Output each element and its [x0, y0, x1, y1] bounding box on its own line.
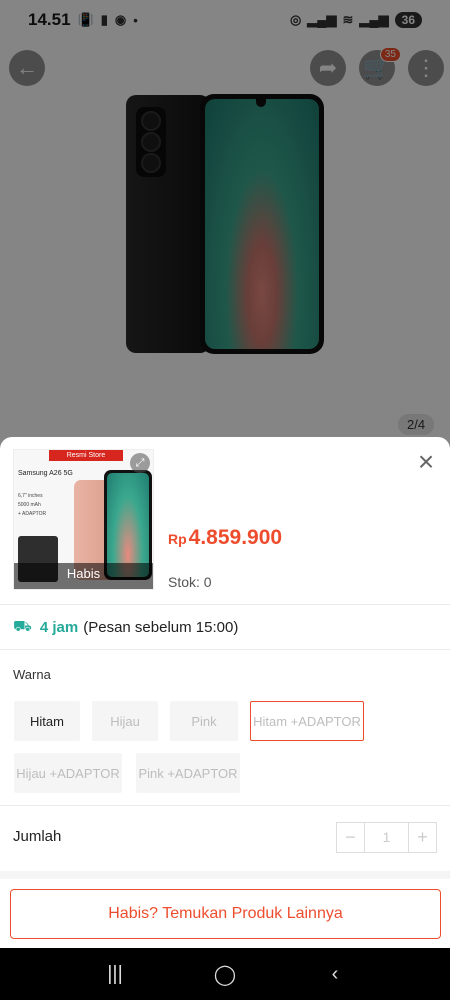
chevron-left-icon: ‹ [331, 962, 339, 985]
divider [0, 604, 450, 605]
price-value: 4.859.900 [188, 526, 283, 549]
stock-text: Stok: 0 [168, 574, 212, 590]
store-banner: Resmi Store [49, 450, 123, 461]
system-nav-bar: ||| ◯ ‹ [0, 948, 450, 1000]
home-button[interactable]: ◯ [205, 954, 245, 994]
variant-bottom-sheet: Resmi Store Samsung A26 5G 6,7" inches 5… [0, 437, 450, 948]
expand-icon[interactable]: ⤢ [130, 453, 150, 473]
price-currency: Rp [168, 531, 187, 547]
thumbnail-spec: 6,7" inches [18, 493, 43, 499]
delivery-note: (Pesan sebelum 15:00) [83, 619, 239, 636]
variant-option-hijau[interactable]: Hijau [92, 701, 158, 741]
delivery-time: 4 jam [39, 619, 79, 636]
variant-label: Warna [13, 667, 51, 682]
delivery-info: ⛟ 4 jam (Pesan sebelum 15:00) [13, 618, 238, 637]
thumbnail-spec: 5000 mAh [18, 502, 41, 508]
find-other-products-button[interactable]: Habis? Temukan Produk Lainnya [10, 889, 441, 939]
variant-option-hitam[interactable]: Hitam [14, 701, 80, 741]
recent-apps-button[interactable]: ||| [95, 954, 135, 994]
variant-option-pink[interactable]: Pink [170, 701, 238, 741]
home-icon: ◯ [213, 963, 237, 986]
delivery-truck-icon: ⛟ [13, 618, 32, 635]
variant-option-hijau-adaptor[interactable]: Hijau +ADAPTOR [14, 753, 122, 793]
thumbnail-title: Samsung A26 5G [18, 470, 73, 477]
recent-apps-icon: ||| [107, 962, 123, 985]
quantity-label: Jumlah [13, 828, 62, 845]
product-thumbnail[interactable]: Resmi Store Samsung A26 5G 6,7" inches 5… [13, 449, 154, 590]
sold-out-label: Habis [14, 563, 153, 589]
price: Rp 4.859.900 [168, 526, 282, 550]
quantity-decrease-button[interactable]: − [337, 823, 365, 852]
quantity-value[interactable]: 1 [365, 823, 408, 852]
close-icon: × [417, 446, 435, 477]
thumbnail-spec: + ADAPTOR [18, 511, 47, 517]
quantity-stepper: − 1 + [336, 822, 437, 853]
quantity-increase-button[interactable]: + [408, 823, 436, 852]
variant-option-pink-adaptor[interactable]: Pink +ADAPTOR [136, 753, 240, 793]
divider [0, 871, 450, 879]
back-nav-button[interactable]: ‹ [315, 954, 355, 994]
variant-option-hitam-adaptor[interactable]: Hitam +ADAPTOR [250, 701, 364, 741]
close-button[interactable]: × [414, 448, 438, 476]
divider [0, 805, 450, 806]
divider [0, 649, 450, 650]
